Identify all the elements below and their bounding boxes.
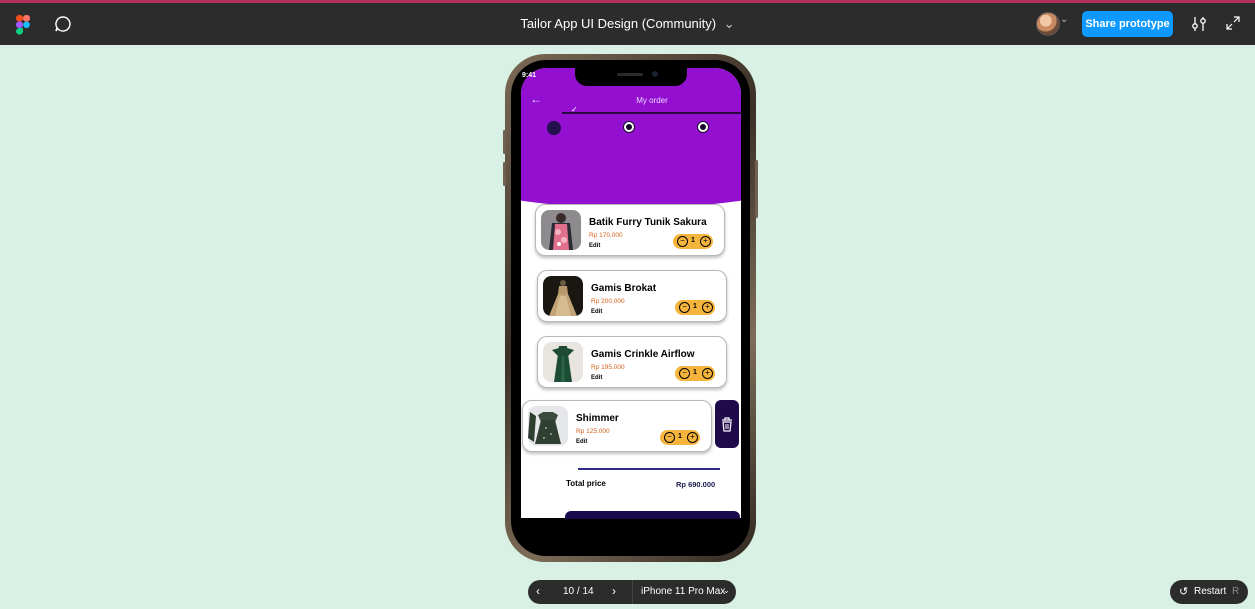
quantity-stepper: − 1 + xyxy=(673,234,713,249)
trash-icon xyxy=(722,417,732,432)
phone-volume-button xyxy=(503,162,506,186)
prototype-pager: ‹ 10 / 14 › iPhone 11 Pro Max ⌄ xyxy=(528,580,736,604)
step-indicator-active[interactable] xyxy=(547,121,561,135)
quantity-value: 1 xyxy=(678,433,682,440)
quantity-stepper: − 1 + xyxy=(675,366,715,381)
minus-icon[interactable]: − xyxy=(679,368,690,379)
quantity-value: 1 xyxy=(693,369,697,376)
phone-volume-button xyxy=(503,130,506,154)
checkmark-icon: ✓ xyxy=(571,105,578,114)
minus-icon[interactable]: − xyxy=(677,236,688,247)
settings-sliders-icon[interactable] xyxy=(1190,16,1208,32)
total-price-label: Total price xyxy=(566,479,606,488)
keyboard-shortcut: R xyxy=(1232,586,1240,597)
plus-icon[interactable]: + xyxy=(700,236,711,247)
prototype-toolbar: Tailor App UI Design (Community) ⌄ ⌄ Sha… xyxy=(0,3,1255,45)
product-price: Rp 170.000 xyxy=(589,232,623,239)
product-price: Rp 125.000 xyxy=(576,428,610,435)
file-title-text[interactable]: Tailor App UI Design (Community) xyxy=(520,16,716,31)
speaker-grille xyxy=(617,73,643,76)
front-camera xyxy=(652,71,658,77)
cart-item-card[interactable]: Batik Furry Tunik Sakura Rp 170.000 Edit… xyxy=(535,204,725,256)
device-selector[interactable]: iPhone 11 Pro Max xyxy=(641,586,725,597)
phone-notch xyxy=(575,68,687,86)
comment-icon[interactable] xyxy=(54,15,72,33)
edit-link[interactable]: Edit xyxy=(591,375,602,381)
cart-item-card[interactable]: Shimmer Rp 125.000 Edit − 1 + xyxy=(522,400,712,452)
avatar[interactable] xyxy=(1036,12,1060,36)
checkout-button[interactable] xyxy=(565,511,740,519)
minus-icon[interactable]: − xyxy=(679,302,690,313)
restart-button[interactable]: ↺ Restart R xyxy=(1170,580,1248,604)
restart-icon: ↺ xyxy=(1179,586,1189,598)
divider xyxy=(578,468,720,470)
figma-logo-icon[interactable] xyxy=(16,15,30,35)
chevron-down-icon[interactable]: ⌄ xyxy=(1060,14,1068,25)
product-image-shimmer xyxy=(528,406,568,446)
plus-icon[interactable]: + xyxy=(687,432,698,443)
chevron-down-icon[interactable]: ⌄ xyxy=(724,16,735,31)
chevron-left-icon[interactable]: ‹ xyxy=(536,584,540,598)
cart-item-card[interactable]: Gamis Crinkle Airflow Rp 195.000 Edit − … xyxy=(537,336,727,388)
back-arrow-icon[interactable]: ← xyxy=(530,92,542,106)
product-image-gamis-crinkle xyxy=(543,342,583,382)
product-price: Rp 195.000 xyxy=(591,364,625,371)
plus-icon[interactable]: + xyxy=(702,302,713,313)
cart-item-card[interactable]: Gamis Brokat Rp 200.000 Edit − 1 + xyxy=(537,270,727,322)
edit-link[interactable]: Edit xyxy=(591,309,602,315)
page-title: My order xyxy=(636,96,668,105)
expand-icon[interactable] xyxy=(1226,16,1240,30)
product-name: Batik Furry Tunik Sakura xyxy=(589,217,707,228)
share-prototype-button[interactable]: Share prototype xyxy=(1082,11,1173,37)
chevron-right-icon[interactable]: › xyxy=(612,584,616,598)
quantity-stepper: − 1 + xyxy=(660,430,700,445)
product-price: Rp 200.000 xyxy=(591,298,625,305)
quantity-stepper: − 1 + xyxy=(675,300,715,315)
total-price-value: Rp 690.000 xyxy=(676,480,716,489)
edit-link[interactable]: Edit xyxy=(576,439,587,445)
status-time: 9:41 xyxy=(522,72,537,79)
quantity-value: 1 xyxy=(693,303,697,310)
product-name: Shimmer xyxy=(576,413,619,424)
progress-line xyxy=(562,112,742,114)
product-name: Gamis Crinkle Airflow xyxy=(591,349,695,360)
restart-label: Restart xyxy=(1194,586,1227,597)
minus-icon[interactable]: − xyxy=(664,432,675,443)
edit-link[interactable]: Edit xyxy=(589,243,600,249)
frame-counter: 10 / 14 xyxy=(563,586,594,597)
product-image-batik xyxy=(541,210,581,250)
product-name: Gamis Brokat xyxy=(591,283,657,294)
chevron-down-icon[interactable]: ⌄ xyxy=(723,586,730,595)
product-image-gamis-brokat xyxy=(543,276,583,316)
phone-side-button xyxy=(755,160,758,218)
plus-icon[interactable]: + xyxy=(702,368,713,379)
step-indicator[interactable] xyxy=(623,121,635,133)
delete-item-button[interactable] xyxy=(715,400,739,448)
step-indicator[interactable] xyxy=(697,121,709,133)
quantity-value: 1 xyxy=(691,237,695,244)
divider xyxy=(632,580,633,604)
